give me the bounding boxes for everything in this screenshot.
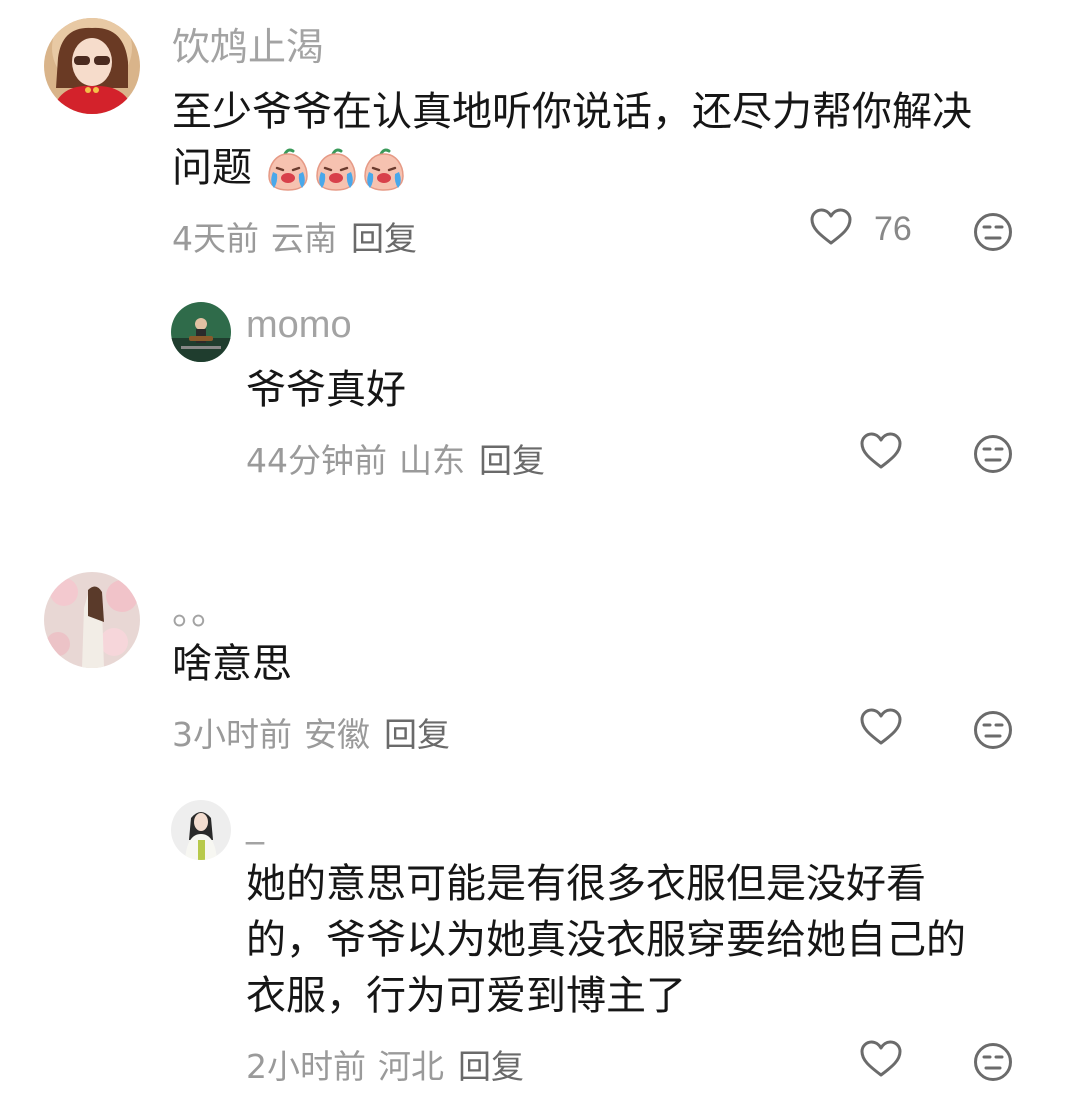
reply-button[interactable]: 回复 [479,441,545,480]
comment-item: momo 爷爷真好 44分钟前 山东 回复 [0,290,1079,490]
comment-meta: 44分钟前 山东 回复 [246,434,545,482]
comment-time: 3小时前 [172,715,292,754]
crying-face-emoji [361,145,409,191]
heart-outline-icon [860,432,902,474]
dislike-button[interactable] [973,212,1013,256]
avatar[interactable] [44,572,140,668]
comment-text-line: 她的意思可能是有很多衣服但是没好看 [246,861,926,907]
comment-region: 山东 [399,441,465,480]
like-button[interactable] [860,708,902,750]
heart-outline-icon [860,708,902,750]
reply-button[interactable]: 回复 [458,1047,524,1086]
comment-item: 饮鸩止渴 至少爷爷在认真地听你说话，还尽力帮你解决 问题 4天前 云南 回复 76 [0,0,1079,270]
comment-text-line: 的，爷爷以为她真没衣服穿要给她自己的 [246,917,966,963]
comment-meta: 3小时前 安徽 回复 [172,708,450,756]
comment-text: 她的意思可能是有很多衣服但是没好看 的，爷爷以为她真没衣服穿要给她自己的 衣服，… [246,856,1046,1024]
avatar[interactable] [44,18,140,114]
comment-text: 至少爷爷在认真地听你说话，还尽力帮你解决 问题 [172,84,1052,196]
comment-meta: 4天前 云南 回复 [172,212,417,260]
comment-text-line: 问题 [172,140,1052,196]
comment-text: 爷爷真好 [246,367,406,413]
avatar[interactable] [171,302,231,362]
username[interactable]: 。。 [172,580,229,635]
comment-item: _ 她的意思可能是有很多衣服但是没好看 的，爷爷以为她真没衣服穿要给她自己的 衣… [0,790,1079,1109]
meh-face-icon [973,1043,1013,1086]
comment-item: 。。 啥意思 3小时前 安徽 回复 [0,560,1079,780]
comment-time: 4天前 [172,219,259,258]
avatar[interactable] [171,800,231,860]
dislike-button[interactable] [973,710,1013,754]
comment-text-line: 至少爷爷在认真地听你说话，还尽力帮你解决 [172,89,972,135]
username[interactable]: _ [246,804,264,845]
crying-face-emoji [313,145,361,191]
heart-outline-icon [810,208,852,250]
dislike-button[interactable] [973,1042,1013,1086]
comment-region: 安徽 [304,715,370,754]
comment-meta: 2小时前 河北 回复 [246,1040,524,1088]
meh-face-icon [973,435,1013,478]
username[interactable]: momo [246,304,352,347]
like-button[interactable]: 76 [810,208,912,250]
like-button[interactable] [860,1040,902,1082]
comment-text: 啥意思 [172,641,292,687]
comment-time: 2小时前 [246,1047,366,1086]
comment-time: 44分钟前 [246,441,387,480]
reply-button[interactable]: 回复 [384,715,450,754]
comment-region: 河北 [378,1047,444,1086]
comment-text-fragment: 问题 [172,145,252,191]
comment-region: 云南 [271,219,337,258]
like-count: 76 [874,209,912,248]
comment-text-line: 衣服，行为可爱到博主了 [246,973,686,1019]
emoji-group [265,145,409,191]
meh-face-icon [973,711,1013,754]
username[interactable]: 饮鸩止渴 [172,16,324,71]
heart-outline-icon [860,1040,902,1082]
like-button[interactable] [860,432,902,474]
crying-face-emoji [265,145,313,191]
reply-button[interactable]: 回复 [351,219,417,258]
meh-face-icon [973,213,1013,256]
dislike-button[interactable] [973,434,1013,478]
